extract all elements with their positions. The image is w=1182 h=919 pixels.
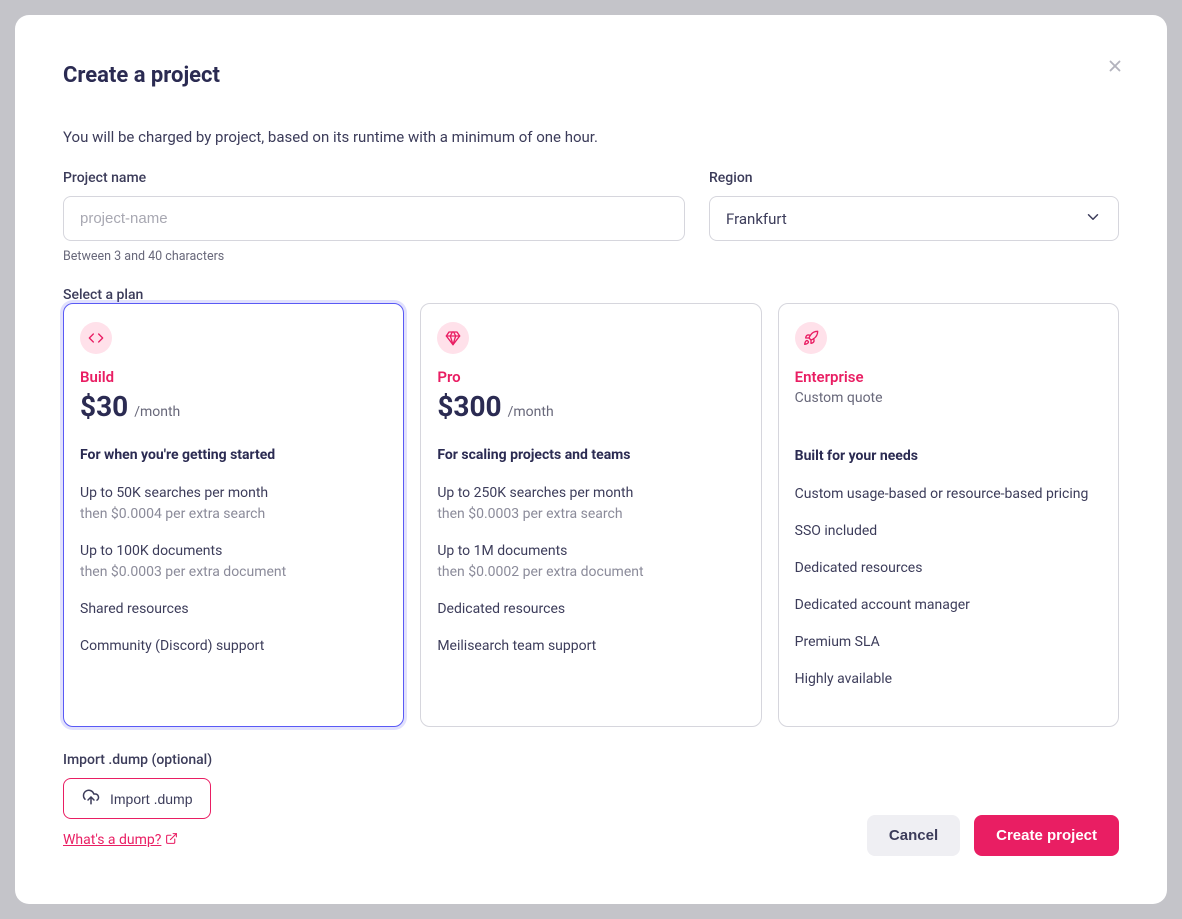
import-label: Import .dump (optional): [63, 752, 212, 768]
modal-title: Create a project: [63, 63, 1119, 88]
create-project-modal: Create a project You will be charged by …: [15, 15, 1167, 904]
plan-feature: Up to 250K searches per month: [437, 483, 744, 504]
diamond-icon: [437, 322, 469, 354]
whats-a-dump-link[interactable]: What's a dump?: [63, 832, 178, 849]
region-label: Region: [709, 170, 1119, 186]
chevron-down-icon: [1084, 208, 1102, 230]
modal-description: You will be charged by project, based on…: [63, 128, 1119, 146]
external-link-icon: [165, 832, 178, 849]
plan-feature-sub: then $0.0003 per extra document: [80, 562, 387, 583]
project-name-input[interactable]: [63, 196, 685, 241]
plan-period: /month: [508, 404, 554, 420]
plan-summary: For scaling projects and teams: [437, 447, 744, 463]
code-icon: [80, 322, 112, 354]
plan-feature: Dedicated resources: [795, 558, 1102, 579]
plan-feature-sub: then $0.0004 per extra search: [80, 504, 387, 525]
select-plan-label: Select a plan: [63, 287, 143, 303]
close-button[interactable]: [1103, 55, 1127, 79]
plan-feature-sub: then $0.0002 per extra document: [437, 562, 744, 583]
plan-name: Enterprise: [795, 368, 1102, 386]
region-selected-value: Frankfurt: [726, 210, 787, 228]
plan-feature: Highly available: [795, 669, 1102, 690]
plan-card-pro[interactable]: Pro $300 /month For scaling projects and…: [420, 303, 761, 727]
plan-summary: For when you're getting started: [80, 447, 387, 463]
dump-link-label: What's a dump?: [63, 832, 161, 848]
cancel-button[interactable]: Cancel: [867, 815, 960, 856]
plan-feature: Dedicated resources: [437, 599, 744, 620]
plan-quote: Custom quote: [795, 390, 1102, 406]
plan-feature: SSO included: [795, 521, 1102, 542]
plan-list: Build $30 /month For when you're getting…: [63, 303, 1119, 727]
plan-feature: Dedicated account manager: [795, 595, 1102, 616]
plan-period: /month: [134, 404, 180, 420]
plan-card-enterprise[interactable]: Enterprise Custom quote Built for your n…: [778, 303, 1119, 727]
plan-feature: Premium SLA: [795, 632, 1102, 653]
plan-card-build[interactable]: Build $30 /month For when you're getting…: [63, 303, 404, 727]
plan-feature: Community (Discord) support: [80, 636, 387, 657]
plan-name: Build: [80, 368, 387, 386]
rocket-icon: [795, 322, 827, 354]
import-dump-button[interactable]: Import .dump: [63, 778, 211, 819]
plan-name: Pro: [437, 368, 744, 386]
close-icon: [1106, 57, 1124, 78]
plan-feature: Up to 1M documents: [437, 541, 744, 562]
import-button-label: Import .dump: [110, 791, 192, 807]
project-name-label: Project name: [63, 170, 685, 186]
plan-feature: Meilisearch team support: [437, 636, 744, 657]
region-select[interactable]: Frankfurt: [709, 196, 1119, 241]
plan-price: $30: [80, 390, 128, 423]
cloud-upload-icon: [82, 788, 100, 809]
plan-price: $300: [437, 390, 501, 423]
plan-feature: Custom usage-based or resource-based pri…: [795, 484, 1102, 505]
plan-feature-sub: then $0.0003 per extra search: [437, 504, 744, 525]
plan-feature: Up to 100K documents: [80, 541, 387, 562]
plan-summary: Built for your needs: [795, 448, 1102, 464]
plan-feature: Shared resources: [80, 599, 387, 620]
create-project-button[interactable]: Create project: [974, 815, 1119, 856]
project-name-helper: Between 3 and 40 characters: [63, 249, 685, 264]
plan-feature: Up to 50K searches per month: [80, 483, 387, 504]
